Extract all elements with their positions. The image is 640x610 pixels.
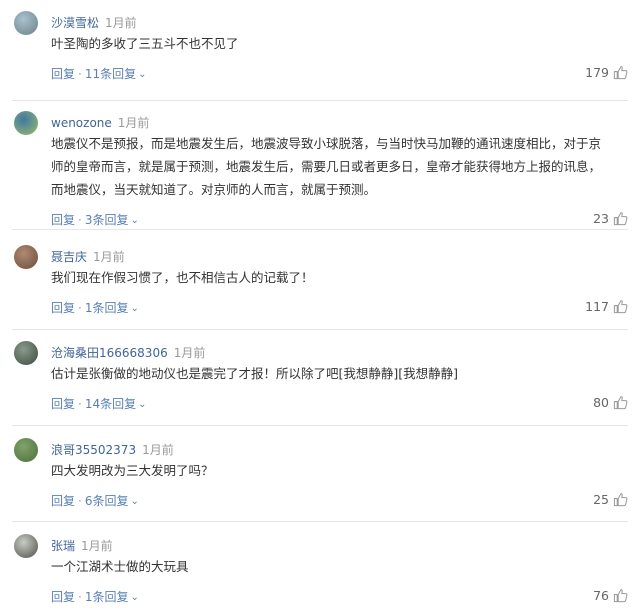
comment-text-line: 地震仪不是预报，而是地震发生后，地震波导致小球脱落，与当时快马加鞭的通讯速度相比… xyxy=(51,136,602,151)
separator-dot: · xyxy=(78,590,82,604)
like-count: 76 xyxy=(593,588,609,603)
view-replies-button[interactable]: 1条回复 ⌄ xyxy=(85,301,139,315)
comment-header: 聂吉庆 1月前 xyxy=(51,248,125,265)
like-count: 80 xyxy=(593,395,609,410)
chevron-down-icon: ⌄ xyxy=(130,592,139,603)
separator-dot: · xyxy=(78,397,82,411)
comment-actions: 回复 · 11条回复 ⌄ xyxy=(51,65,147,82)
thumb-up-icon[interactable] xyxy=(613,395,628,410)
comment-text: 我们现在作假习惯了，也不相信古人的记载了！ xyxy=(51,266,626,289)
like-button[interactable]: 117 xyxy=(585,298,628,314)
comment-time: 1月前 xyxy=(142,443,174,457)
comment-header: wenozone 1月前 xyxy=(51,114,149,131)
view-replies-button[interactable]: 11条回复 ⌄ xyxy=(85,67,147,81)
comment-text: 叶圣陶的多收了三五斗不也不见了 xyxy=(51,32,626,55)
comment-actions: 回复 · 1条回复 ⌄ xyxy=(51,299,139,316)
reply-button[interactable]: 回复 xyxy=(51,213,75,227)
comment-text: 四大发明改为三大发明了吗？ xyxy=(51,459,626,482)
comment-actions: 回复 · 1条回复 ⌄ xyxy=(51,588,139,605)
thumb-up-icon[interactable] xyxy=(613,211,628,226)
replies-count-label: 3条回复 xyxy=(84,213,129,227)
thumb-up-icon[interactable] xyxy=(613,299,628,314)
like-count: 25 xyxy=(593,492,609,507)
chevron-down-icon: ⌄ xyxy=(138,69,147,80)
view-replies-button[interactable]: 1条回复 ⌄ xyxy=(85,590,139,604)
replies-count-label: 11条回复 xyxy=(84,67,137,81)
comment-divider xyxy=(12,100,628,101)
comment-header: 沧海桑田166668306 1月前 xyxy=(51,344,205,361)
chevron-down-icon: ⌄ xyxy=(130,303,139,314)
avatar[interactable] xyxy=(14,534,38,558)
chevron-down-icon: ⌄ xyxy=(138,399,147,410)
comment-text: 地震仪不是预报，而是地震发生后，地震波导致小球脱落，与当时快马加鞭的通讯速度相比… xyxy=(51,132,626,201)
comment-divider xyxy=(12,425,628,426)
comment-time: 1月前 xyxy=(105,16,137,30)
comment-text-line: 四大发明改为三大发明了吗？ xyxy=(51,463,214,478)
view-replies-button[interactable]: 14条回复 ⌄ xyxy=(85,397,147,411)
replies-count-label: 14条回复 xyxy=(84,397,137,411)
thumb-up-icon[interactable] xyxy=(613,65,628,80)
thumb-up-icon[interactable] xyxy=(613,588,628,603)
comment-text-line: 我们现在作假习惯了，也不相信古人的记载了！ xyxy=(51,270,314,285)
reply-button[interactable]: 回复 xyxy=(51,67,75,81)
like-button[interactable]: 23 xyxy=(593,210,628,226)
replies-count-label: 1条回复 xyxy=(84,301,129,315)
reply-button[interactable]: 回复 xyxy=(51,494,75,508)
comment-time: 1月前 xyxy=(117,116,150,130)
like-count: 117 xyxy=(585,299,609,314)
separator-dot: · xyxy=(78,67,82,81)
comment-actions: 回复 · 14条回复 ⌄ xyxy=(51,395,147,412)
separator-dot: · xyxy=(78,494,82,508)
comment-actions: 回复 · 3条回复 ⌄ xyxy=(51,211,139,228)
like-count: 23 xyxy=(593,211,609,226)
comment-time: 1月前 xyxy=(93,250,125,264)
replies-count-label: 1条回复 xyxy=(84,590,129,604)
comment-divider xyxy=(12,329,628,330)
like-button[interactable]: 76 xyxy=(593,587,628,603)
username[interactable]: 张瑞 xyxy=(51,539,75,553)
avatar[interactable] xyxy=(14,245,38,269)
username[interactable]: 沧海桑田166668306 xyxy=(51,346,168,360)
username[interactable]: 沙漠雪松 xyxy=(51,16,99,30)
comment-text-line: 叶圣陶的多收了三五斗不也不见了 xyxy=(51,36,239,51)
comment-text: 估计是张衡做的地动仪也是震完了才报！所以除了吧[我想静静][我想静静] xyxy=(51,362,626,385)
avatar[interactable] xyxy=(14,11,38,35)
chevron-down-icon: ⌄ xyxy=(130,496,139,507)
comment-text-line: 一个江湖术士做的大玩具 xyxy=(51,559,189,574)
comment-text-line: 师的皇帝而言，就是属于预测，地震发生后，需要几日或者更多日，皇帝才能获得地方上报… xyxy=(51,159,602,174)
reply-button[interactable]: 回复 xyxy=(51,397,75,411)
thumb-up-icon[interactable] xyxy=(613,492,628,507)
reply-button[interactable]: 回复 xyxy=(51,301,75,315)
like-button[interactable]: 179 xyxy=(585,64,628,80)
reply-button[interactable]: 回复 xyxy=(51,590,75,604)
like-button[interactable]: 25 xyxy=(593,491,628,507)
view-replies-button[interactable]: 3条回复 ⌄ xyxy=(85,213,139,227)
comment-text-line: 估计是张衡做的地动仪也是震完了才报！所以除了吧[我想静静][我想静静] xyxy=(51,366,459,381)
avatar[interactable] xyxy=(14,438,38,462)
comment-header: 张瑞 1月前 xyxy=(51,537,113,554)
comment-divider xyxy=(12,521,628,522)
avatar[interactable] xyxy=(14,341,38,365)
comment-text-line: 而地震仪，当天就知道了。对京师的人而言，就属于预测。 xyxy=(51,182,377,197)
avatar[interactable] xyxy=(14,111,38,135)
comment-header: 沙漠雪松 1月前 xyxy=(51,14,137,31)
comment-divider xyxy=(12,229,628,230)
username[interactable]: 浪哥35502373 xyxy=(51,443,136,457)
comment-header: 浪哥35502373 1月前 xyxy=(51,441,174,458)
like-button[interactable]: 80 xyxy=(593,394,628,410)
separator-dot: · xyxy=(78,213,82,227)
replies-count-label: 6条回复 xyxy=(84,494,129,508)
like-count: 179 xyxy=(585,65,609,80)
comment-actions: 回复 · 6条回复 ⌄ xyxy=(51,492,139,509)
comment-text: 一个江湖术士做的大玩具 xyxy=(51,555,626,578)
separator-dot: · xyxy=(78,301,82,315)
username[interactable]: wenozone xyxy=(51,116,112,130)
comment-time: 1月前 xyxy=(173,346,206,360)
view-replies-button[interactable]: 6条回复 ⌄ xyxy=(85,494,139,508)
comment-time: 1月前 xyxy=(81,539,113,553)
chevron-down-icon: ⌄ xyxy=(130,215,139,226)
username[interactable]: 聂吉庆 xyxy=(51,250,87,264)
